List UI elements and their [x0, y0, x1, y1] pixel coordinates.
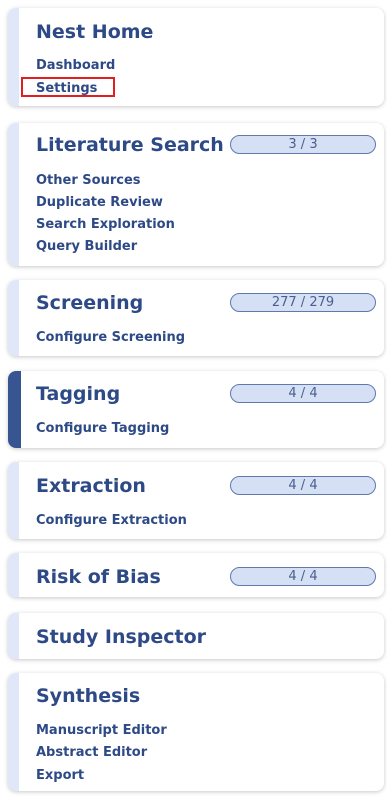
section-tagging: Tagging 4 / 4 Configure Tagging [8, 371, 384, 448]
section-rail-active [8, 371, 21, 448]
section-rail [8, 553, 19, 597]
progress-pill-screening: 277 / 279 [230, 293, 376, 312]
section-rail [8, 613, 19, 659]
section-rail [8, 462, 19, 539]
nav-link-dashboard[interactable]: Dashboard [36, 59, 115, 72]
section-title-literature-search[interactable]: Literature Search [36, 136, 224, 155]
nav-link-query-builder[interactable]: Query Builder [36, 240, 137, 253]
section-title-risk-of-bias[interactable]: Risk of Bias [36, 568, 161, 587]
nav-link-other-sources[interactable]: Other Sources [36, 174, 141, 187]
section-title-synthesis[interactable]: Synthesis [36, 687, 140, 706]
progress-pill-literature-search: 3 / 3 [230, 135, 376, 154]
section-title-extraction[interactable]: Extraction [36, 477, 146, 496]
section-study-inspector: Study Inspector [8, 613, 384, 659]
nav-link-export[interactable]: Export [36, 769, 84, 782]
section-title-screening[interactable]: Screening [36, 294, 143, 313]
settings-highlight-box [21, 77, 115, 97]
section-nest-home: Nest Home Dashboard Settings [8, 8, 384, 106]
section-rail [8, 123, 19, 266]
nav-link-duplicate-review[interactable]: Duplicate Review [36, 196, 163, 209]
section-rail [8, 673, 19, 791]
section-rail [8, 280, 19, 356]
section-literature-search: Literature Search 3 / 3 Other Sources Du… [8, 123, 384, 266]
nav-link-search-exploration[interactable]: Search Exploration [36, 218, 175, 231]
section-extraction: Extraction 4 / 4 Configure Extraction [8, 462, 384, 539]
progress-pill-extraction: 4 / 4 [230, 476, 376, 495]
section-screening: Screening 277 / 279 Configure Screening [8, 280, 384, 356]
section-risk-of-bias: Risk of Bias 4 / 4 [8, 553, 384, 597]
nav-link-configure-extraction[interactable]: Configure Extraction [36, 514, 187, 527]
nav-link-configure-tagging[interactable]: Configure Tagging [36, 422, 169, 435]
section-rail [8, 8, 19, 106]
section-title-tagging[interactable]: Tagging [36, 385, 120, 404]
nav-link-manuscript-editor[interactable]: Manuscript Editor [36, 724, 167, 737]
progress-pill-tagging: 4 / 4 [230, 384, 376, 403]
progress-pill-risk-of-bias: 4 / 4 [230, 567, 376, 586]
section-synthesis: Synthesis Manuscript Editor Abstract Edi… [8, 673, 384, 791]
nav-link-abstract-editor[interactable]: Abstract Editor [36, 746, 147, 759]
nav-link-configure-screening[interactable]: Configure Screening [36, 331, 185, 344]
section-title-nest-home[interactable]: Nest Home [36, 23, 153, 42]
section-title-study-inspector[interactable]: Study Inspector [36, 628, 206, 647]
